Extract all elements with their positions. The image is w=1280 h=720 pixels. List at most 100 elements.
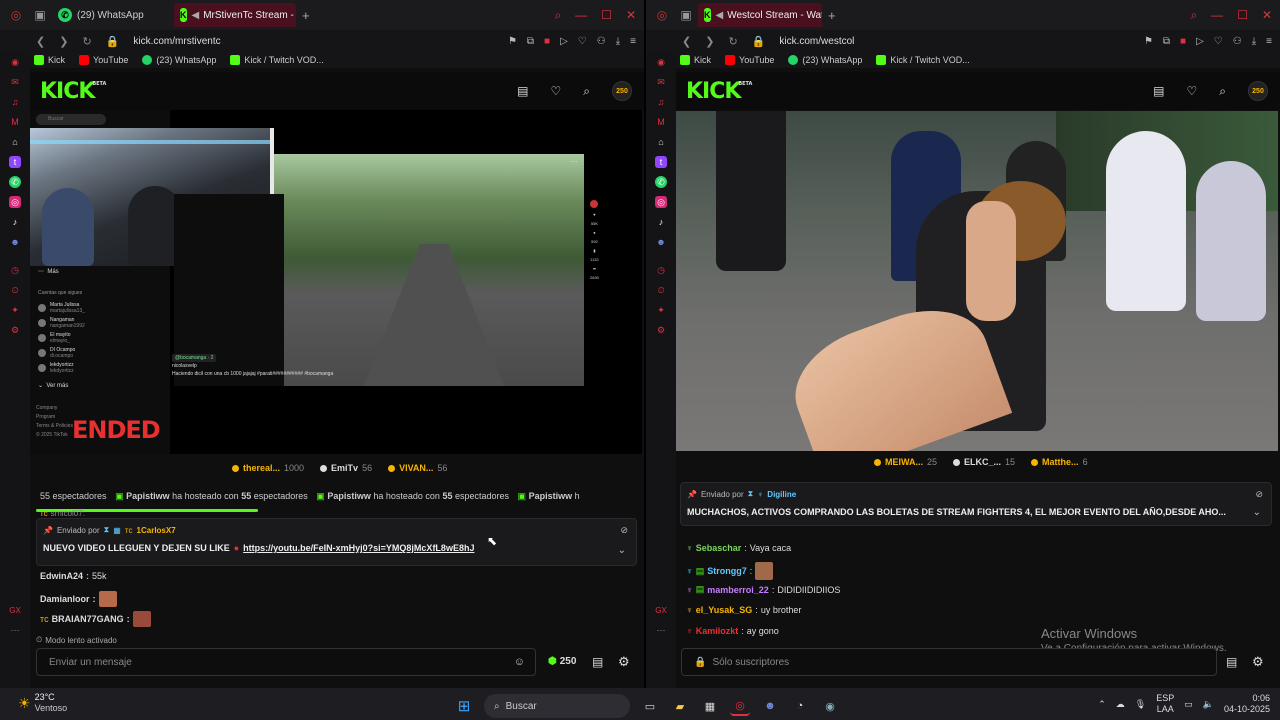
hide-eye-icon[interactable]: ⊘	[1255, 489, 1263, 500]
volume-icon[interactable]: 🔈	[1203, 699, 1214, 710]
vod-icon[interactable]: ▤	[1153, 84, 1164, 98]
chat-username[interactable]: Kamilozkt	[696, 626, 739, 636]
list-item[interactable]: Nangaman nangaman1992	[38, 315, 166, 330]
player-icon[interactable]: ▷	[1196, 36, 1204, 47]
chat-username[interactable]: EdwinA24	[40, 571, 83, 581]
bookmark-whatsapp[interactable]: (23) WhatsApp	[788, 55, 862, 65]
chat-username[interactable]: BRAIAN77GANG	[52, 614, 124, 624]
search-icon[interactable]: ⌕	[1190, 8, 1197, 23]
settings-icon[interactable]: ⚙	[9, 324, 21, 336]
kick-sidebar-icon[interactable]: ⌂	[9, 136, 21, 148]
viewer-item[interactable]: VIVAN... 56	[388, 463, 447, 473]
extensions-icon[interactable]: ✦	[655, 304, 667, 316]
viewer-item[interactable]: ELKC_... 15	[953, 457, 1015, 467]
close-icon[interactable]: ✕	[626, 8, 636, 23]
file-explorer-icon[interactable]: ▰	[670, 696, 690, 716]
chat-username[interactable]: el_Yusak_SG	[696, 605, 753, 615]
discord-icon[interactable]: ☻	[655, 236, 667, 248]
chat-settings-icon[interactable]: ⚙	[618, 654, 630, 670]
shield-icon[interactable]: ■	[544, 36, 550, 47]
minimize-icon[interactable]: —	[1211, 8, 1223, 23]
tiktok-search[interactable]: Buscar	[36, 114, 106, 125]
list-item[interactable]: Marta Julissa martajulissa13_	[38, 300, 166, 315]
microphone-icon[interactable]: 🎙	[1135, 699, 1146, 710]
player-sidebar-icon[interactable]: ◷	[655, 264, 667, 276]
history-icon[interactable]: ⏲	[9, 284, 21, 296]
task-view-icon[interactable]: ▭	[640, 696, 660, 716]
app-icon[interactable]: ◔	[790, 696, 810, 716]
pinned-message[interactable]: 📌 Enviado por ⧗ ♆ Digiline ⊘ MUCHACHOS, …	[680, 482, 1272, 526]
tab-manager-icon[interactable]: ▣	[32, 7, 48, 23]
kick-sidebar-icon[interactable]: ⌂	[655, 136, 667, 148]
gx-icon[interactable]: GX	[9, 604, 21, 616]
stream-video[interactable]	[676, 111, 1278, 451]
bookmark-icon[interactable]: ⚑	[508, 36, 517, 47]
close-icon[interactable]: ✕	[1262, 8, 1272, 23]
heart-icon[interactable]: ♡	[1214, 36, 1223, 47]
avatar[interactable]: 250	[1248, 81, 1268, 101]
bookmark-icon[interactable]: ⚑	[1144, 36, 1153, 47]
messenger-icon[interactable]: ✉	[9, 76, 21, 88]
easy-setup-icon[interactable]: ≡	[1266, 36, 1272, 47]
list-item[interactable]: DI Ocampo di.ocampo	[38, 345, 166, 360]
list-item[interactable]: El mayito elmayio_	[38, 330, 166, 345]
clock[interactable]: 0:06 04-10-2025	[1224, 693, 1270, 715]
instagram-icon[interactable]: ◎	[9, 196, 21, 208]
reload-icon[interactable]: ↻	[728, 35, 737, 48]
opera-gx-icon[interactable]: ◎	[730, 696, 750, 716]
channel-points[interactable]: ⬢ 250	[548, 656, 576, 667]
language-indicator[interactable]: ESP LAA	[1156, 693, 1174, 715]
music-icon[interactable]: ♫	[9, 96, 21, 108]
chat-username[interactable]: Strongg7	[707, 566, 747, 576]
steam-icon[interactable]: ◉	[820, 696, 840, 716]
search-icon[interactable]: ⌕	[583, 84, 590, 99]
discord-icon[interactable]: ☻	[760, 696, 780, 716]
download-icon[interactable]: ⤓	[616, 36, 620, 47]
bookmark-whatsapp[interactable]: (23) WhatsApp	[142, 55, 216, 65]
player-sidebar-icon[interactable]: ◷	[9, 264, 21, 276]
forward-icon[interactable]: ❯	[59, 35, 68, 48]
url-field[interactable]: kick.com/mrstiventc	[133, 36, 220, 47]
bookmark-youtube[interactable]: YouTube	[725, 55, 774, 65]
chat-username[interactable]: Sebaschar	[696, 543, 742, 553]
mail-icon[interactable]: M	[9, 116, 21, 128]
tiktok-icon[interactable]: ♪	[9, 216, 21, 228]
tab-manager-icon[interactable]: ▣	[678, 7, 694, 23]
follow-heart-icon[interactable]: ♡	[551, 84, 562, 98]
chevron-down-icon[interactable]: ⌄	[1253, 507, 1261, 518]
viewer-item[interactable]: thereal... 1000	[232, 463, 304, 473]
chat-input[interactable]: 🔒 Sólo suscriptores	[681, 648, 1217, 676]
see-more-link[interactable]: ⌄ Ver más	[38, 382, 68, 389]
extensions-icon[interactable]: ✦	[9, 304, 21, 316]
avatar[interactable]	[590, 200, 599, 208]
viewer-item[interactable]: Matthe... 6	[1031, 457, 1088, 467]
snapshot-icon[interactable]: ⧉	[527, 36, 534, 47]
emoji-icon[interactable]: ☺	[514, 656, 525, 668]
tiktok-icon[interactable]: ♪	[655, 216, 667, 228]
music-icon[interactable]: ♫	[655, 96, 667, 108]
hide-eye-icon[interactable]: ⊘	[620, 525, 628, 536]
gx-icon[interactable]: GX	[655, 604, 667, 616]
viewer-item[interactable]: EmiTv 56	[320, 463, 372, 473]
snapshot-icon[interactable]: ⧉	[1163, 36, 1170, 47]
account-icon[interactable]: ⚇	[1233, 36, 1242, 47]
back-icon[interactable]: ❮	[682, 35, 691, 48]
new-tab-icon[interactable]: +	[828, 8, 836, 23]
reel-video[interactable]	[174, 154, 584, 386]
minimize-icon[interactable]: —	[575, 8, 587, 23]
list-item[interactable]: lekdyortizz lekdyortizz	[38, 360, 166, 375]
reload-icon[interactable]: ↻	[82, 35, 91, 48]
shield-icon[interactable]: ■	[1180, 36, 1186, 47]
stream-video[interactable]: Buscar ⋯ Más Cuentas que sigues Marta Ju…	[30, 110, 642, 454]
whatsapp-icon[interactable]: ✆	[655, 176, 667, 188]
bookmark-kick-vod[interactable]: Kick / Twitch VOD...	[230, 55, 324, 65]
save-icon[interactable]: ▮	[593, 248, 595, 253]
back-icon[interactable]: ❮	[36, 35, 45, 48]
viewer-item[interactable]: MEIWA... 25	[874, 457, 937, 467]
heart-icon[interactable]: ♡	[578, 36, 587, 47]
search-icon[interactable]: ⌕	[1219, 84, 1226, 99]
weather-widget[interactable]: ☀ 23°C Ventoso	[18, 692, 67, 714]
chevron-up-icon[interactable]: ⌃	[1098, 699, 1106, 710]
comment-icon[interactable]: ●	[593, 230, 595, 235]
opera-menu-icon[interactable]: ◎	[8, 7, 24, 23]
